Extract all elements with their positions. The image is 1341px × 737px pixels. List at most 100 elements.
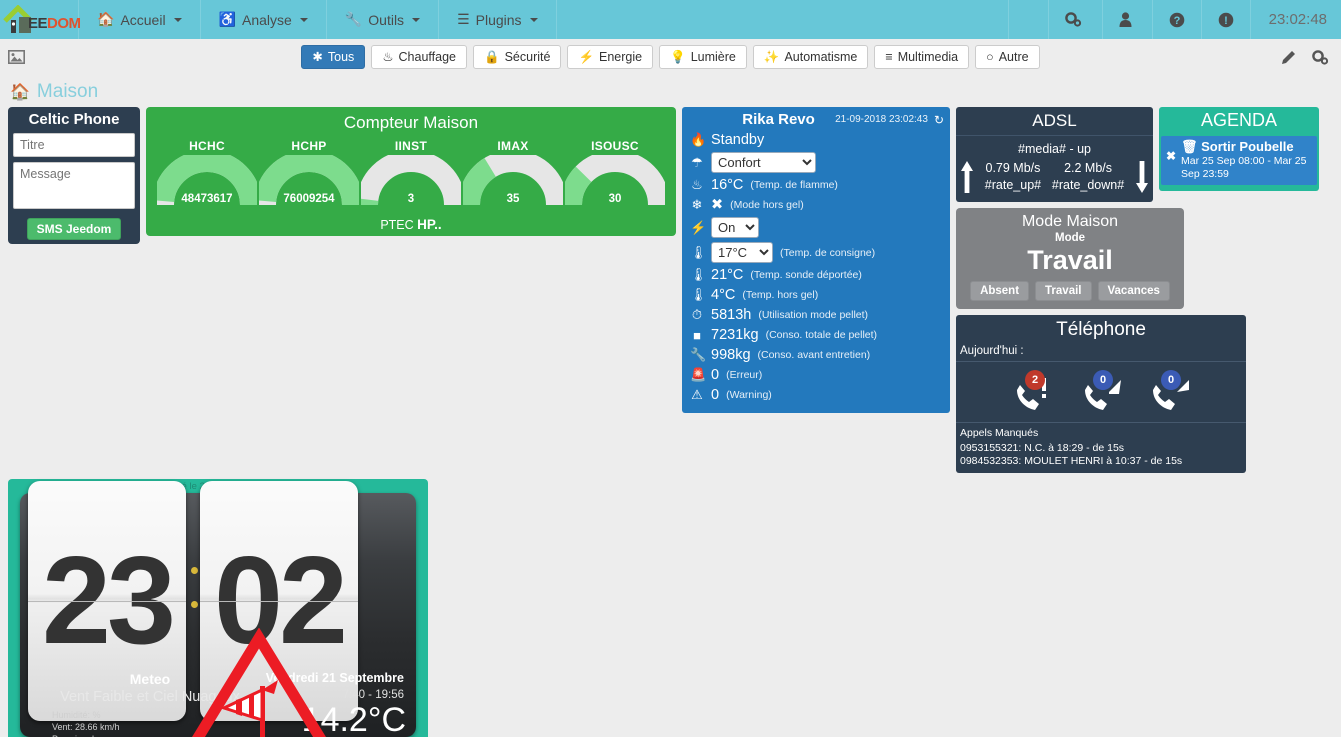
gauge-hchc-value: 48473617 bbox=[181, 193, 233, 205]
celtic-phone-title: Celtic Phone bbox=[28, 111, 120, 128]
info-icon[interactable]: ! bbox=[1202, 0, 1251, 39]
wrench-icon: 🔧 bbox=[690, 347, 707, 362]
telephone-log-header: Appels Manqués bbox=[960, 427, 1039, 439]
brand-logo[interactable]: EEDOM bbox=[0, 0, 81, 39]
nav-item-accueil[interactable]: 🏠 Accueil bbox=[79, 0, 201, 39]
mode-button-travail[interactable]: Travail bbox=[1035, 281, 1092, 301]
filter-button-multimedia-label: Multimedia bbox=[897, 50, 959, 64]
phone-missed-icon[interactable]: 2 bbox=[1009, 370, 1057, 414]
filter-button-lumiere[interactable]: 💡 Lumière bbox=[659, 45, 747, 69]
filter-buttons: ✱ Tous ♨ Chauffage 🔒 Sécurité ⚡ Energie … bbox=[0, 45, 1341, 69]
mode-button-vacances[interactable]: Vacances bbox=[1097, 281, 1170, 301]
mode-maison-widget: Mode Maison Mode Travail Absent Travail … bbox=[956, 208, 1184, 309]
filter-button-tous[interactable]: ✱ Tous bbox=[301, 45, 366, 69]
nav-spacer bbox=[557, 0, 1009, 39]
user-icon[interactable] bbox=[1103, 0, 1153, 39]
flame-icon: 🔥 bbox=[690, 132, 707, 147]
nav-item-analyse[interactable]: ♿ Analyse bbox=[201, 0, 327, 39]
close-icon[interactable]: ✖ bbox=[1166, 149, 1176, 163]
rika-flame-temp-caption: (Temp. de flamme) bbox=[750, 179, 838, 191]
filter-button-energie[interactable]: ⚡ Energie bbox=[567, 45, 654, 69]
meteo-sunrise-sunset: 7:40 - 19:56 bbox=[342, 688, 404, 701]
home-icon: 🏠 bbox=[97, 11, 115, 27]
rika-power-select[interactable]: On bbox=[711, 217, 759, 238]
filter-button-automatisme-label: Automatisme bbox=[784, 50, 858, 64]
rika-row-setpoint: 🌡 17°C (Temp. de consigne) bbox=[682, 240, 950, 265]
sms-title-input[interactable] bbox=[13, 133, 135, 157]
mode-maison-subtitle: Mode bbox=[1054, 232, 1086, 244]
gears-icon[interactable] bbox=[1049, 0, 1103, 39]
clock-colon bbox=[191, 566, 198, 635]
rika-mode-select[interactable]: Confort bbox=[711, 152, 816, 173]
thermometer-icon: 🌡 bbox=[690, 267, 707, 282]
filter-button-chauffage-label: Chauffage bbox=[398, 50, 456, 64]
arrow-up-icon bbox=[960, 160, 974, 194]
filter-button-chauffage[interactable]: ♨ Chauffage bbox=[371, 45, 467, 69]
rika-usage-caption: (Utilisation mode pellet) bbox=[758, 309, 869, 321]
asterisk-icon: ✱ bbox=[312, 50, 323, 64]
refresh-icon[interactable]: ↻ bbox=[934, 113, 944, 127]
arrow-down-glyph-icon bbox=[1135, 161, 1148, 193]
rika-title: Rika Revo bbox=[742, 111, 815, 128]
chevron-down-icon bbox=[299, 17, 308, 22]
adsl-download: 2.2 Mb/s #rate_down# bbox=[1052, 160, 1124, 194]
agenda-title: AGENDA bbox=[1200, 110, 1278, 130]
rika-frost-caption: (Mode hors gel) bbox=[730, 199, 804, 211]
sliders-icon: ≡ bbox=[885, 50, 893, 64]
help-glyph-icon: ? bbox=[1169, 12, 1184, 27]
agenda-event[interactable]: ✖ 🗑 Sortir Poubelle Mar 25 Sep 08:00 - M… bbox=[1161, 136, 1317, 185]
rika-header: Rika Revo 21-09-2018 23:02:43 ↻ bbox=[682, 107, 950, 130]
nav-item-outils[interactable]: 🔧 Outils bbox=[327, 0, 440, 39]
adsl-agenda-row: ADSL #media# - up 0.79 Mb/s #rate_up# 2.… bbox=[956, 107, 1319, 202]
rika-error-caption: (Erreur) bbox=[726, 369, 763, 381]
jeedom-logo: EEDOM bbox=[2, 4, 81, 35]
nav-right-group: ? ! 23:02:48 bbox=[1049, 0, 1341, 39]
mode-button-absent[interactable]: Absent bbox=[970, 281, 1030, 301]
phone-incoming-icon[interactable]: 0 bbox=[1077, 370, 1125, 414]
thermometer-icon: ♨ bbox=[382, 50, 394, 64]
nav-item-plugins[interactable]: ☰ Plugins bbox=[439, 0, 557, 39]
meteo-humidity: Humidité: % bbox=[52, 709, 101, 720]
gauge-imax-value: 35 bbox=[506, 193, 520, 205]
rika-warning-value: 0 bbox=[711, 387, 720, 403]
help-icon[interactable]: ? bbox=[1153, 0, 1202, 39]
adsl-title: ADSL bbox=[956, 107, 1153, 136]
meteo-wind: Vent: 28.66 km/h bbox=[52, 721, 120, 732]
rika-row-flame-temp: ♨ 16°C (Temp. de flamme) bbox=[682, 175, 950, 195]
wind-warning-glyph-icon bbox=[191, 627, 327, 737]
phone-outgoing-icon[interactable]: 0 bbox=[1145, 370, 1193, 414]
trash-icon: 🗑 bbox=[1181, 139, 1198, 154]
gauge-iinst-value: 3 bbox=[407, 193, 415, 205]
filter-button-autre[interactable]: ○ Autre bbox=[975, 45, 1040, 69]
nav-item-accueil-label: Accueil bbox=[120, 11, 166, 28]
filter-button-securite[interactable]: 🔒 Sécurité bbox=[473, 45, 562, 69]
rika-row-remote-temp: 🌡 21°C (Temp. sonde déportée) bbox=[682, 265, 950, 285]
flame-temp-icon: ♨ bbox=[691, 177, 703, 192]
rika-flame-temp-value: 16°C bbox=[711, 177, 744, 193]
gears-glyph-icon bbox=[1064, 12, 1081, 27]
alarm-icon: 🚨 bbox=[690, 367, 707, 382]
celtic-phone-widget: Celtic Phone SMS Jeedom bbox=[8, 107, 140, 244]
adsl-upload: 0.79 Mb/s #rate_up# bbox=[985, 160, 1041, 194]
filter-button-multimedia[interactable]: ≡ Multimedia bbox=[874, 45, 970, 69]
filter-button-automatisme[interactable]: ✨ Automatisme bbox=[752, 45, 869, 69]
rika-row-frost-mode: ❄ ✖ (Mode hors gel) bbox=[682, 195, 950, 215]
gauge-imax-body: 35 bbox=[463, 155, 563, 207]
rika-standby-value: Standby bbox=[711, 132, 765, 148]
sms-message-input[interactable] bbox=[13, 162, 135, 209]
rika-row-mode: ☂ Confort bbox=[682, 150, 950, 175]
rika-date: 21-09-2018 23:02:43 bbox=[835, 114, 928, 125]
nav-spacer-2 bbox=[1009, 0, 1049, 39]
brand-text: EEDOM bbox=[28, 15, 81, 32]
arrow-up-glyph-icon bbox=[961, 161, 973, 193]
warning-icon: ⚠ bbox=[691, 387, 703, 402]
rika-setpoint-select[interactable]: 17°C bbox=[711, 242, 773, 263]
send-sms-button[interactable]: SMS Jeedom bbox=[26, 218, 122, 240]
agenda-event-dates: Mar 25 Sep 08:00 - Mar 25 Sep 23:59 bbox=[1181, 155, 1307, 180]
compteur-maison-widget: Compteur Maison HCHC 48473617 HCHP 76009… bbox=[146, 107, 676, 236]
wrench-icon: 🔧 bbox=[344, 11, 363, 27]
nav-item-plugins-label: Plugins bbox=[475, 11, 522, 28]
agenda-event-title: Sortir Poubelle bbox=[1201, 139, 1294, 154]
mode-maison-buttons: Absent Travail Vacances bbox=[956, 281, 1184, 301]
magic-icon: ✨ bbox=[763, 50, 780, 64]
